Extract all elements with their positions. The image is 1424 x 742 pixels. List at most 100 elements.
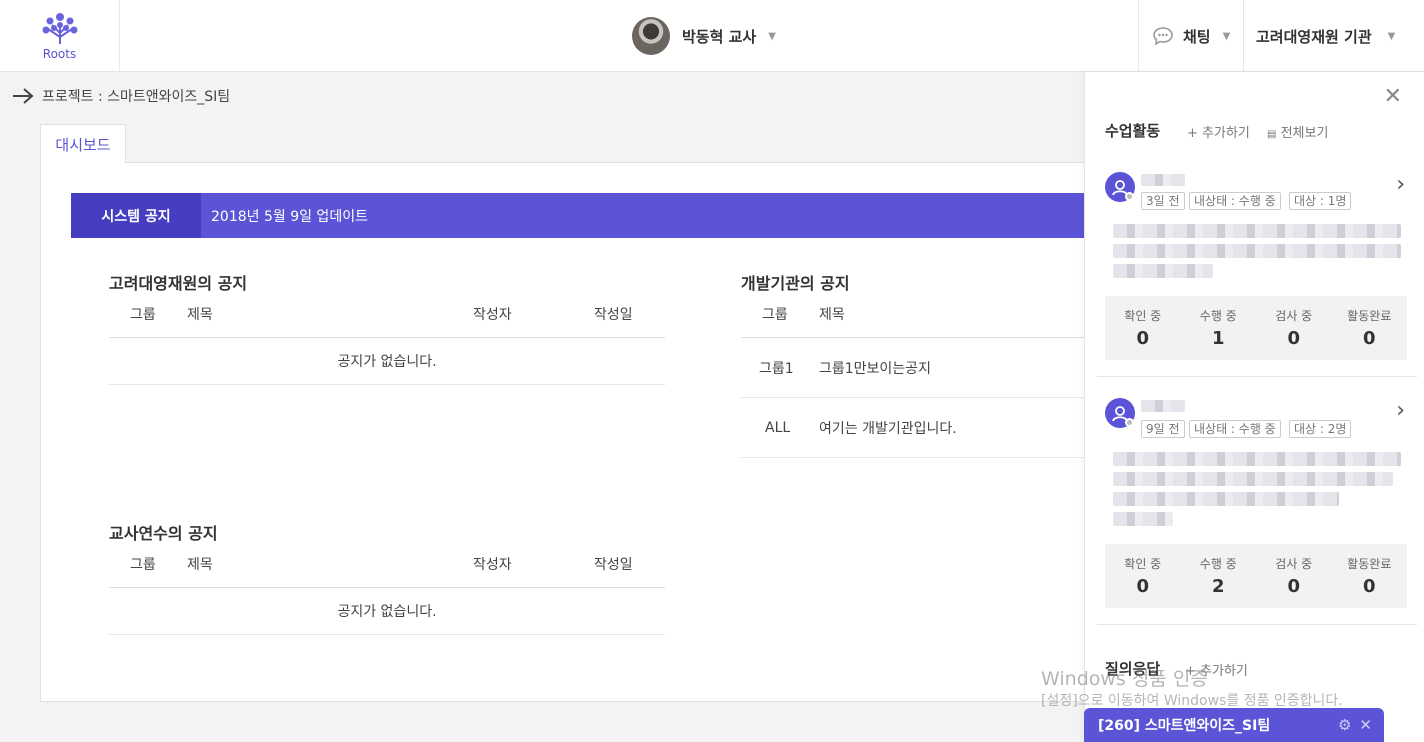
row-group: ALL bbox=[765, 419, 791, 436]
row-title: 그룹1만보이는공지 bbox=[819, 360, 931, 377]
empty-message: 공지가 없습니다. bbox=[109, 338, 665, 385]
stat-reviewing: 검사 중 0 bbox=[1256, 544, 1332, 608]
stat-value: 0 bbox=[1362, 328, 1376, 349]
activation-watermark-title: Windows 정품 인증 bbox=[1041, 668, 1208, 690]
content-redacted bbox=[1113, 264, 1213, 278]
content-redacted bbox=[1113, 452, 1401, 466]
status-chip: 내상태 : 수행 중 bbox=[1189, 192, 1281, 210]
activity-stats: 확인 중 0 수행 중 2 검사 중 0 활동완료 0 bbox=[1105, 544, 1407, 608]
tab-dashboard[interactable]: 대시보드 bbox=[40, 124, 126, 163]
column-author: 작성자 bbox=[473, 306, 512, 323]
chat-label: 채팅 bbox=[1183, 27, 1211, 46]
table-header: 그룹 제목 bbox=[741, 290, 1084, 338]
chat-popup-controls: ⚙ ✕ bbox=[1338, 716, 1372, 734]
content-redacted bbox=[1113, 492, 1339, 506]
stat-completed: 활동완료 0 bbox=[1332, 544, 1408, 608]
add-activity-link[interactable]: + 추가하기 bbox=[1187, 122, 1250, 141]
table-header: 그룹 제목 작성자 작성일 bbox=[109, 540, 665, 588]
stat-label: 수행 중 bbox=[1199, 557, 1237, 571]
stat-label: 활동완료 bbox=[1347, 309, 1392, 323]
author-name-redacted bbox=[1141, 174, 1185, 186]
activity-stats: 확인 중 0 수행 중 1 검사 중 0 활동완료 0 bbox=[1105, 296, 1407, 360]
chat-popup[interactable]: [260] 스마트앤와이즈_SI팀 ⚙ ✕ bbox=[1084, 708, 1384, 742]
stat-label: 활동완료 bbox=[1347, 557, 1392, 571]
system-notice-bar[interactable]: 시스템 공지 2018년 5월 9일 업데이트 bbox=[71, 193, 1101, 238]
activity-card[interactable]: 3일 전 내상태 : 수행 중 대상 : 1명 › 확인 중 0 수행 중 1 검사… bbox=[1085, 168, 1424, 378]
chevron-right-icon[interactable]: › bbox=[1396, 172, 1405, 197]
logo[interactable]: Roots bbox=[0, 0, 120, 72]
time-chip: 3일 전 bbox=[1141, 192, 1185, 210]
content-redacted bbox=[1113, 224, 1401, 238]
divider bbox=[1097, 376, 1417, 377]
logo-text: Roots bbox=[42, 47, 77, 61]
arrow-right-icon[interactable] bbox=[12, 87, 34, 105]
column-date: 작성일 bbox=[594, 556, 633, 573]
column-date: 작성일 bbox=[594, 306, 633, 323]
stat-value: 0 bbox=[1287, 576, 1301, 597]
user-menu[interactable]: 박동혁 교사 ▼ bbox=[632, 16, 776, 56]
stat-label: 검사 중 bbox=[1275, 557, 1313, 571]
stat-checking: 확인 중 0 bbox=[1105, 296, 1181, 360]
avatar bbox=[632, 17, 670, 55]
user-name: 박동혁 교사 bbox=[682, 27, 757, 46]
column-title: 제목 bbox=[187, 306, 213, 323]
stat-label: 수행 중 bbox=[1199, 309, 1237, 323]
chat-button[interactable]: 채팅 ▼ bbox=[1138, 0, 1244, 72]
column-title: 제목 bbox=[819, 306, 845, 323]
author-name-redacted bbox=[1141, 400, 1185, 412]
stat-label: 검사 중 bbox=[1275, 309, 1313, 323]
column-group: 그룹 bbox=[762, 306, 788, 323]
organization-selector[interactable]: 고려대영재원 기관 ▼ bbox=[1243, 0, 1424, 72]
stat-checking: 확인 중 0 bbox=[1105, 544, 1181, 608]
table-header: 그룹 제목 작성자 작성일 bbox=[109, 290, 665, 338]
column-group: 그룹 bbox=[130, 306, 156, 323]
close-icon[interactable]: ✕ bbox=[1359, 716, 1372, 734]
breadcrumb: 프로젝트 : 스마트앤와이즈_SI팀 bbox=[12, 86, 230, 106]
status-dot bbox=[1125, 192, 1134, 201]
stat-reviewing: 검사 중 0 bbox=[1256, 296, 1332, 360]
activity-card[interactable]: 9일 전 내상태 : 수행 중 대상 : 2명 › 확인 중 0 수행 중 2 검사… bbox=[1085, 396, 1424, 608]
chat-bubble-icon bbox=[1153, 27, 1173, 45]
stat-completed: 활동완료 0 bbox=[1332, 296, 1408, 360]
chat-popup-title: [260] 스마트앤와이즈_SI팀 bbox=[1098, 718, 1271, 734]
stat-value: 0 bbox=[1362, 576, 1376, 597]
system-notice-tag: 시스템 공지 bbox=[71, 193, 201, 238]
view-all-link[interactable]: ▤ 전체보기 bbox=[1267, 122, 1328, 141]
side-title-activities: 수업활동 bbox=[1105, 122, 1161, 140]
stat-in-progress: 수행 중 2 bbox=[1181, 544, 1257, 608]
stat-value: 0 bbox=[1136, 328, 1150, 349]
column-author: 작성자 bbox=[473, 556, 512, 573]
column-group: 그룹 bbox=[130, 556, 156, 573]
target-chip: 대상 : 2명 bbox=[1289, 420, 1352, 438]
content-redacted bbox=[1113, 244, 1401, 258]
row-title: 여기는 개발기관입니다. bbox=[819, 420, 957, 437]
close-icon[interactable]: ✕ bbox=[1384, 86, 1402, 108]
content-redacted bbox=[1113, 512, 1173, 526]
caret-down-icon: ▼ bbox=[1387, 30, 1396, 42]
view-all-label: 전체보기 bbox=[1280, 126, 1329, 141]
caret-down-icon: ▼ bbox=[1222, 30, 1231, 42]
top-header: Roots 박동혁 교사 ▼ 채팅 ▼ 고려대영재원 기관 ▼ bbox=[0, 0, 1424, 72]
stat-label: 확인 중 bbox=[1124, 309, 1162, 323]
empty-message: 공지가 없습니다. bbox=[109, 588, 665, 635]
activity-side-panel: ✕ 수업활동 + 추가하기 ▤ 전체보기 3일 전 내상태 : 수행 중 대상 … bbox=[1084, 72, 1424, 742]
table-row[interactable]: 그룹1 그룹1만보이는공지 bbox=[741, 338, 1084, 398]
stat-label: 확인 중 bbox=[1124, 557, 1162, 571]
chevron-right-icon[interactable]: › bbox=[1396, 398, 1405, 423]
gear-icon[interactable]: ⚙ bbox=[1338, 716, 1351, 734]
stat-value: 0 bbox=[1287, 328, 1301, 349]
system-notice-text: 2018년 5월 9일 업데이트 bbox=[211, 208, 368, 225]
stat-in-progress: 수행 중 1 bbox=[1181, 296, 1257, 360]
time-chip: 9일 전 bbox=[1141, 420, 1185, 438]
list-icon: ▤ bbox=[1267, 129, 1277, 140]
tree-logo-icon bbox=[42, 13, 77, 44]
stat-value: 1 bbox=[1211, 328, 1225, 349]
column-title: 제목 bbox=[187, 556, 213, 573]
row-group: 그룹1 bbox=[759, 360, 794, 377]
status-chip: 내상태 : 수행 중 bbox=[1189, 420, 1281, 438]
status-dot bbox=[1125, 418, 1134, 427]
target-chip: 대상 : 1명 bbox=[1289, 192, 1352, 210]
content-redacted bbox=[1113, 472, 1393, 486]
table-row[interactable]: ALL 여기는 개발기관입니다. bbox=[741, 398, 1084, 458]
organization-label: 고려대영재원 기관 bbox=[1256, 27, 1372, 46]
